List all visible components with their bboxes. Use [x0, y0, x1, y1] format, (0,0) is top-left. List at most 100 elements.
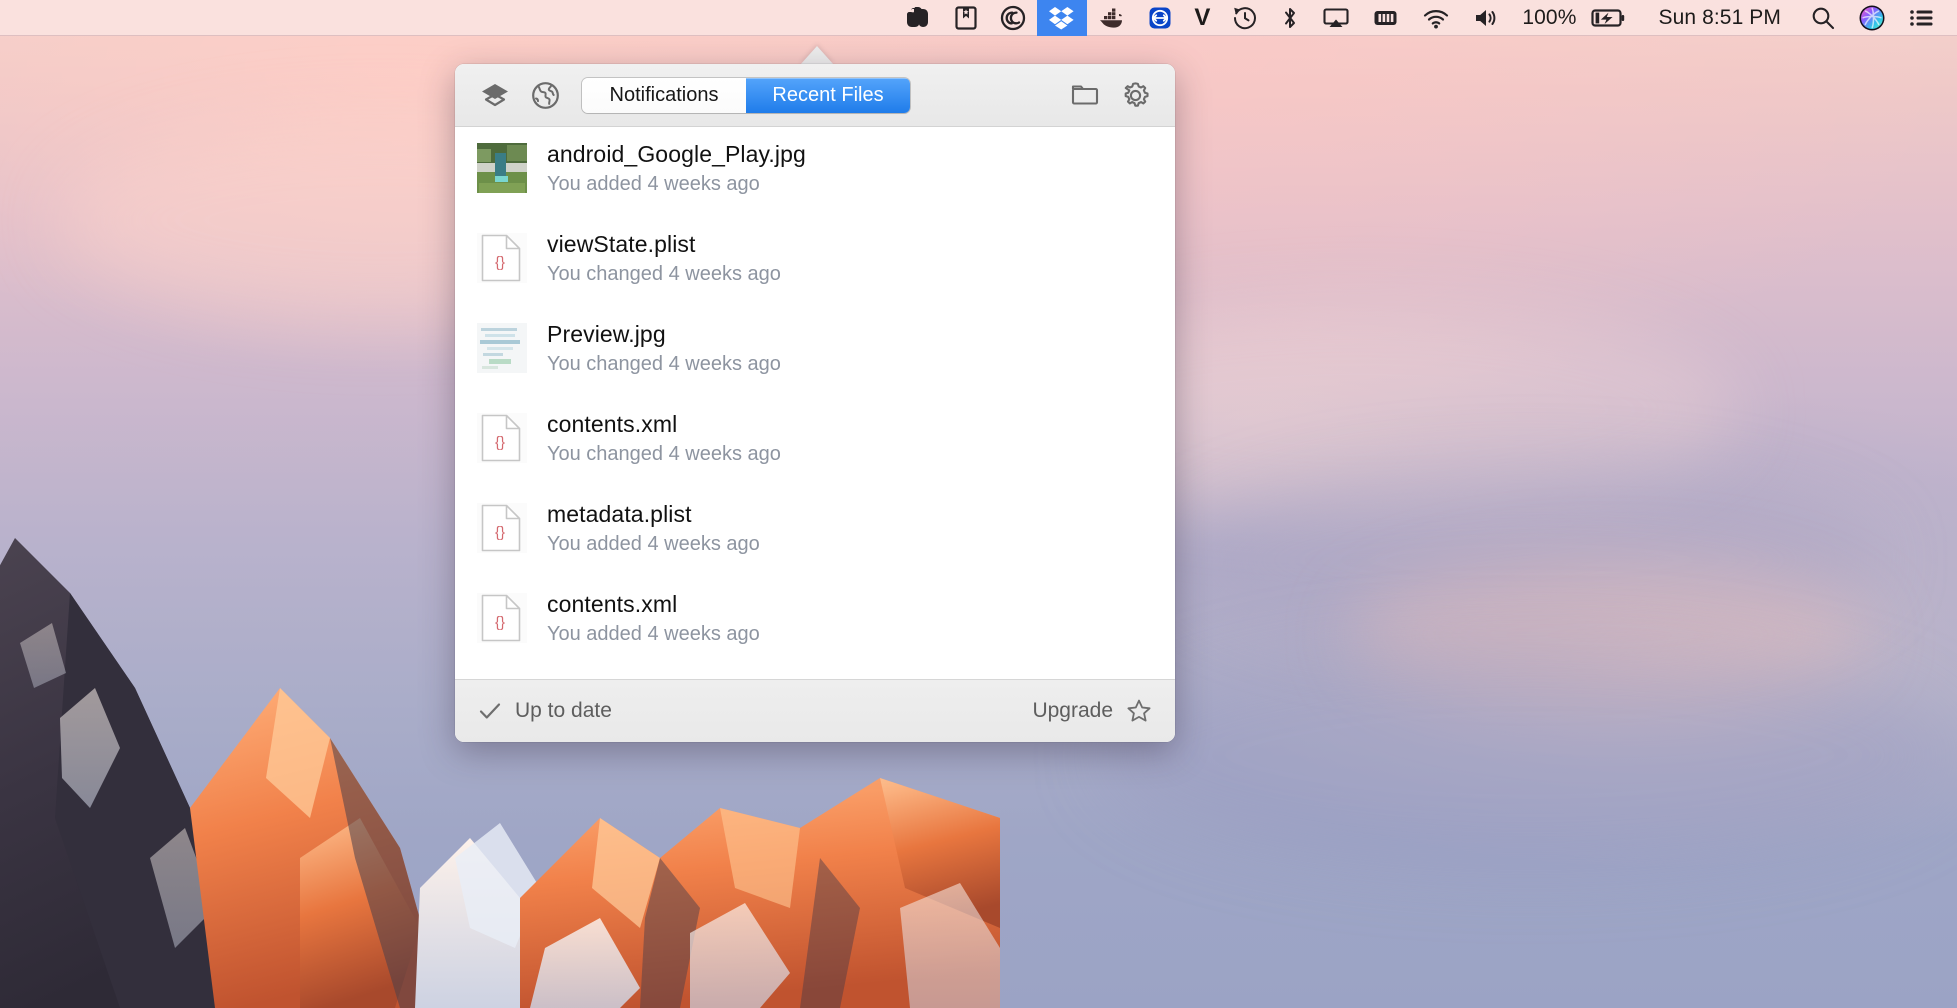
open-folder-button[interactable] — [1060, 70, 1110, 120]
file-name: viewState.plist — [547, 231, 696, 257]
battery-percent-label: 100% — [1522, 5, 1577, 29]
dropbox-popover: Notifications Recent Files android_Googl… — [455, 64, 1175, 742]
battery-charging-icon — [1591, 8, 1625, 27]
globe-icon — [531, 81, 559, 109]
menubar-vagrant-icon[interactable]: V — [1183, 0, 1221, 36]
cloud-haze-4 — [1100, 640, 1957, 870]
menubar-time-machine-icon[interactable] — [1221, 0, 1269, 36]
list-item[interactable]: android_Google_Play.jpg You added 4 week… — [455, 127, 1175, 217]
code-file-icon: {} — [481, 504, 521, 552]
list-item-text: Preview.jpg You changed 4 weeks ago — [547, 321, 781, 375]
list-item-text: contents.xml You added 4 weeks ago — [547, 591, 760, 645]
dropbox-icon — [1049, 6, 1074, 29]
file-icon: {} — [477, 233, 527, 283]
code-badge: {} — [495, 434, 505, 451]
file-icon: {} — [477, 593, 527, 643]
checkmark-icon — [479, 703, 501, 719]
teamviewer-icon — [1149, 7, 1171, 28]
siri-icon — [1859, 5, 1885, 30]
menubar-wifi-icon[interactable] — [1411, 0, 1461, 36]
menubar-spotlight-button[interactable] — [1799, 0, 1847, 36]
menubar-bluetooth-icon[interactable] — [1269, 0, 1311, 36]
star-outline-icon — [1127, 699, 1151, 722]
file-thumbnail — [477, 143, 527, 193]
list-item-text: contents.xml You changed 4 weeks ago — [547, 411, 781, 465]
file-name: contents.xml — [547, 411, 678, 437]
pale-preview-thumb — [477, 323, 527, 373]
file-meta: You changed 4 weeks ago — [547, 353, 781, 376]
menubar-dropbox-icon[interactable] — [1037, 0, 1088, 36]
menubar-clock[interactable]: Sun 8:51 PM — [1636, 0, 1799, 36]
wifi-icon — [1424, 9, 1449, 28]
tab-notifications[interactable]: Notifications — [582, 77, 746, 113]
list-item[interactable]: {} viewState.plist You changed 4 weeks a… — [455, 217, 1175, 307]
list-item-text: android_Google_Play.jpg You added 4 week… — [547, 141, 806, 195]
bookmark-star-icon — [955, 5, 977, 30]
tab-recent-files[interactable]: Recent Files — [746, 77, 910, 113]
airplay-icon — [1323, 7, 1349, 27]
list-item[interactable]: {} contents.xml You added 4 weeks ago — [455, 577, 1175, 667]
search-icon — [1812, 7, 1835, 29]
file-meta: You added 4 weeks ago — [547, 623, 760, 646]
menubar-volume-icon[interactable] — [1461, 0, 1511, 36]
menubar-siri-button[interactable] — [1847, 0, 1897, 36]
file-thumbnail — [477, 323, 527, 373]
popover-arrow — [800, 46, 834, 65]
view-segmented-control[interactable]: Notifications Recent Files — [582, 77, 910, 113]
code-file-icon: {} — [481, 414, 521, 462]
folder-icon — [1071, 85, 1099, 105]
file-meta: You changed 4 weeks ago — [547, 263, 781, 286]
clock-arrow-icon — [1234, 6, 1257, 29]
popover-header: Notifications Recent Files — [455, 64, 1175, 127]
list-item-text: metadata.plist You added 4 weeks ago — [547, 501, 760, 555]
speaker-icon — [1476, 9, 1496, 26]
file-name: android_Google_Play.jpg — [547, 141, 806, 167]
recent-files-list[interactable]: android_Google_Play.jpg You added 4 week… — [455, 127, 1175, 679]
menubar-evernote-icon[interactable] — [895, 0, 943, 36]
list-item[interactable]: {} metadata.plist You added 4 weeks ago — [455, 487, 1175, 577]
upgrade-button[interactable]: Upgrade — [1032, 697, 1153, 725]
code-badge: {} — [495, 254, 505, 271]
menubar-notification-center-button[interactable] — [1897, 0, 1947, 36]
menubar-docker-icon[interactable] — [1087, 0, 1137, 36]
list-item[interactable]: {} contents.xml You changed 4 weeks ago — [455, 397, 1175, 487]
code-file-icon: {} — [481, 594, 521, 642]
sync-status: Up to date — [477, 698, 612, 724]
file-name: Preview.jpg — [547, 321, 666, 347]
code-file-icon: {} — [481, 234, 521, 282]
list-item[interactable]: Preview.jpg You changed 4 weeks ago — [455, 307, 1175, 397]
list-item-text: viewState.plist You changed 4 weeks ago — [547, 231, 781, 285]
settings-button[interactable] — [1110, 70, 1160, 120]
list-lines-icon — [1910, 9, 1933, 26]
menubar-battery-bars-icon[interactable] — [1361, 0, 1411, 36]
elephant-icon — [907, 6, 929, 27]
bluetooth-icon — [1285, 7, 1296, 28]
desktop-wallpaper: V 100% Sun 8:51 PM Notifications Recent … — [0, 0, 1957, 1008]
menubar-battery-charging-icon[interactable] — [1587, 0, 1636, 36]
menubar-battery-percent[interactable]: 100% — [1511, 0, 1587, 36]
file-icon: {} — [477, 413, 527, 463]
menubar-adobe-cc-icon[interactable] — [989, 0, 1037, 36]
vagrant-letter: V — [1194, 3, 1211, 31]
menubar-bookmark-icon[interactable] — [943, 0, 989, 36]
file-name: contents.xml — [547, 591, 678, 617]
menubar-airplay-icon[interactable] — [1311, 0, 1361, 36]
garden-photo-thumb — [477, 143, 527, 193]
file-meta: You added 4 weeks ago — [547, 173, 760, 196]
docker-whale-icon — [1100, 8, 1123, 28]
file-icon: {} — [477, 503, 527, 553]
layers-icon — [482, 84, 508, 107]
globe-button[interactable] — [520, 70, 570, 120]
menubar-teamviewer-icon[interactable] — [1137, 0, 1183, 36]
list-item[interactable]: {} quoine_cryptos_user_funding.twb — [455, 667, 1175, 679]
layers-button[interactable] — [470, 70, 520, 120]
clock-label: Sun 8:51 PM — [1658, 5, 1781, 29]
file-name: metadata.plist — [547, 501, 692, 527]
file-meta: You added 4 weeks ago — [547, 533, 760, 556]
code-badge: {} — [495, 524, 505, 541]
gear-icon — [1124, 81, 1149, 107]
battery-bars-icon — [1374, 10, 1397, 25]
cc-icon — [1001, 5, 1026, 30]
menubar: V 100% Sun 8:51 PM — [0, 0, 1957, 36]
upgrade-label: Upgrade — [1032, 699, 1113, 722]
